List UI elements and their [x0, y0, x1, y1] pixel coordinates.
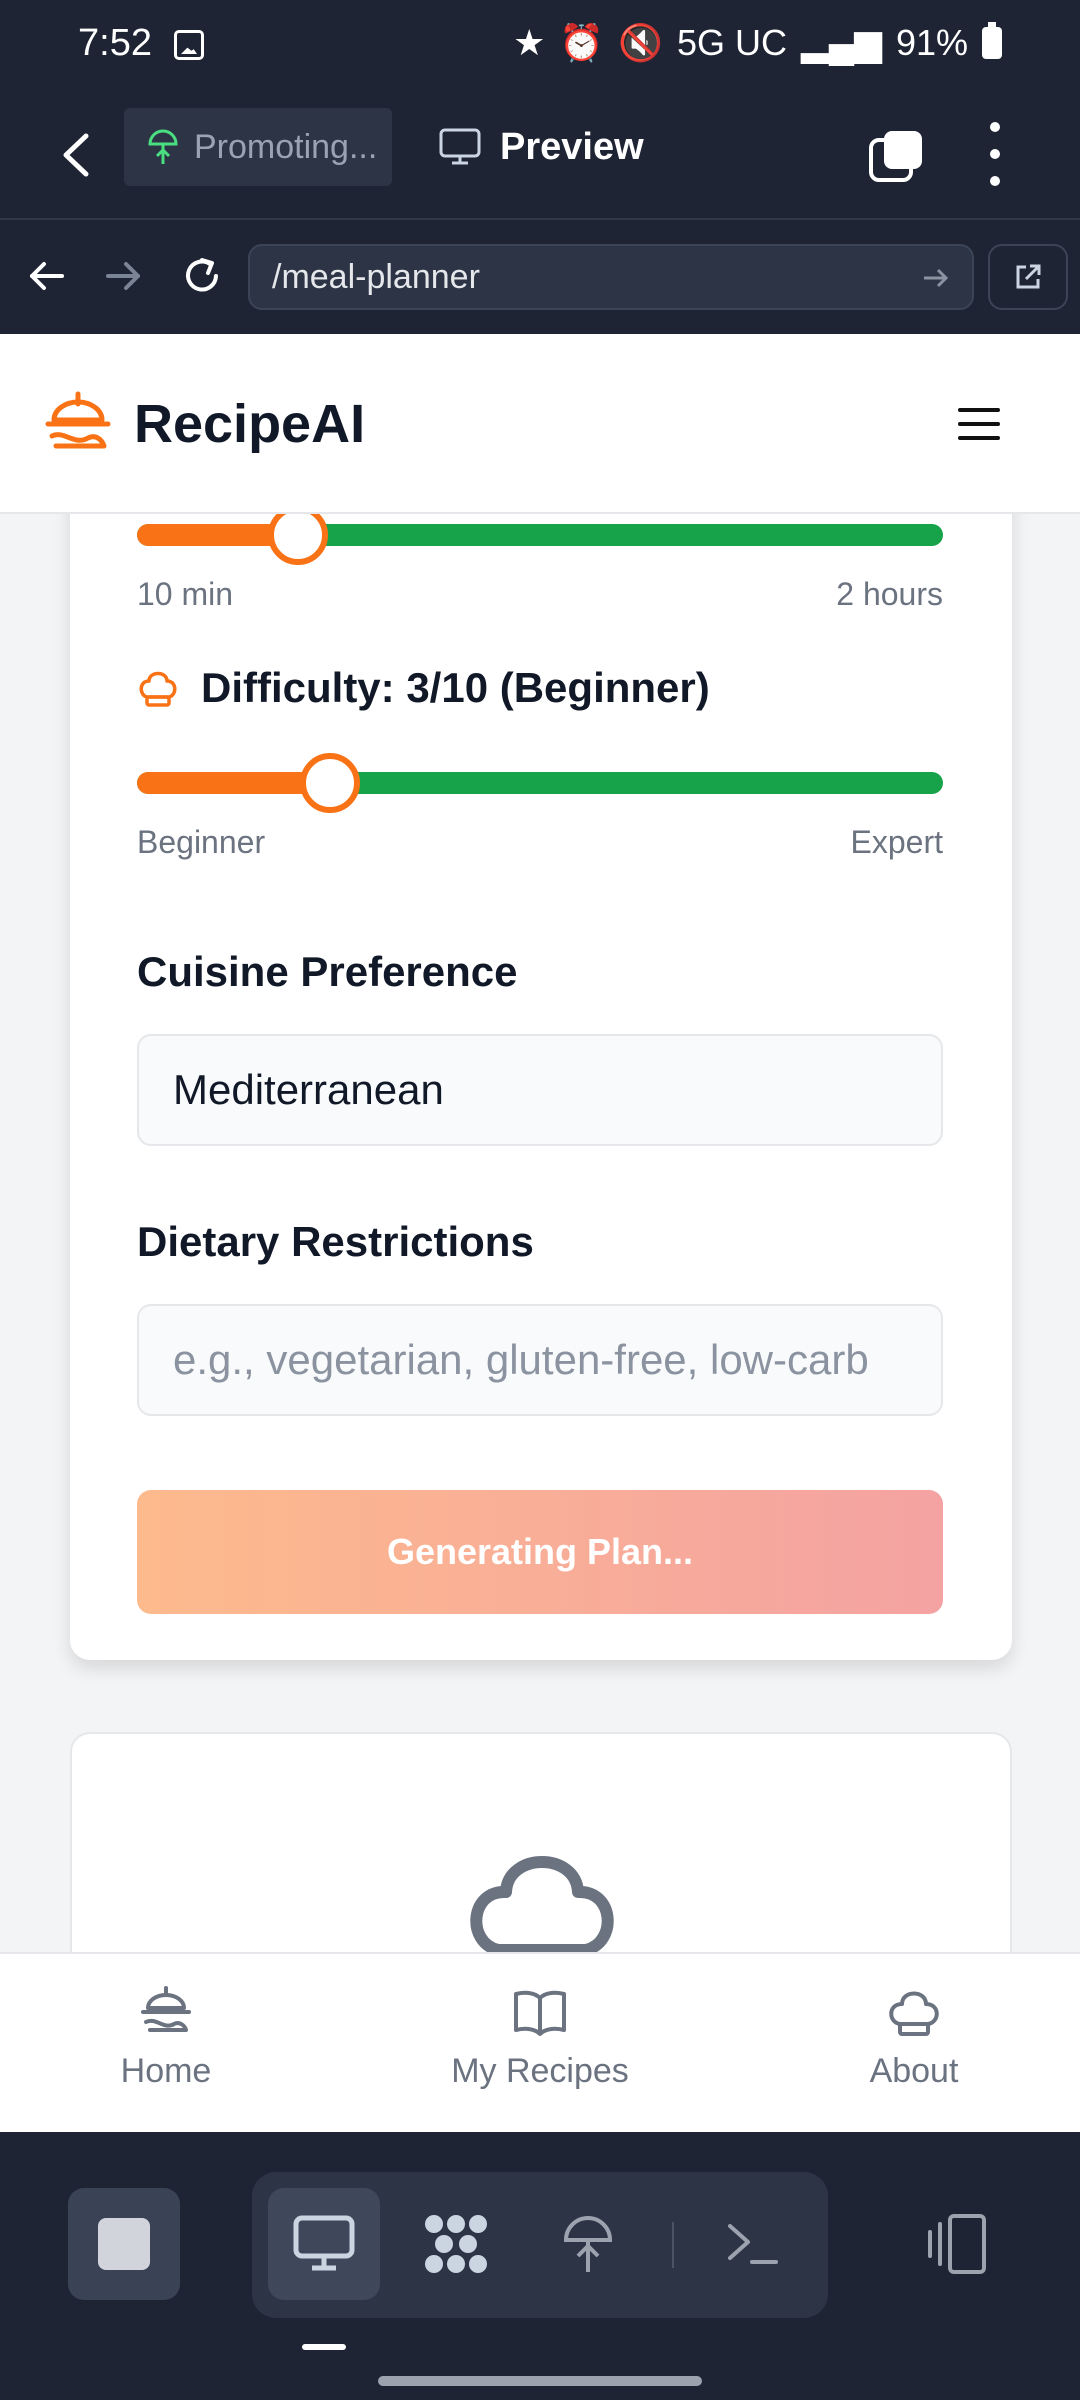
deploy-icon — [148, 129, 178, 164]
nav-home-label: Home — [120, 2052, 212, 2090]
tool-dock — [252, 2172, 828, 2318]
promoting-tab[interactable]: Promoting... — [124, 108, 392, 186]
cook-time-min-label: 10 min — [137, 576, 234, 612]
dietary-input[interactable] — [137, 1304, 943, 1416]
nav-home[interactable]: Home — [36, 1984, 296, 2091]
browser-tab-bar: Promoting... Preview — [0, 92, 1080, 220]
nodes-icon — [425, 2215, 487, 2273]
mute-icon: 🔇 — [618, 22, 664, 63]
nav-about-label: About — [869, 2052, 959, 2090]
go-arrow-icon[interactable] — [920, 262, 952, 294]
deploy-icon — [563, 2216, 613, 2272]
nav-back-icon[interactable] — [24, 254, 68, 298]
star-icon: ★ — [513, 22, 546, 63]
dietary-label: Dietary Restrictions — [137, 1218, 534, 1265]
meal-planner-form: 10 min 2 hours Difficulty: 3/10 (Beginne… — [70, 514, 1012, 1660]
network-label: 5G UC — [677, 22, 788, 63]
stop-icon — [98, 2218, 150, 2270]
generate-plan-button[interactable]: Generating Plan... — [137, 1490, 943, 1614]
nav-forward-icon[interactable] — [102, 254, 146, 298]
dock-divider — [672, 2222, 674, 2268]
book-icon — [514, 1990, 566, 2036]
difficulty-heading: Difficulty: 3/10 (Beginner) — [137, 664, 710, 712]
device-toggle-icon[interactable] — [918, 2208, 990, 2280]
menu-icon[interactable] — [958, 408, 1000, 440]
logo-icon[interactable] — [44, 390, 112, 458]
difficulty-title: Difficulty: 3/10 (Beginner) — [201, 664, 710, 711]
address-bar: /meal-planner — [0, 220, 1080, 334]
monitor-icon — [293, 2215, 355, 2271]
reload-icon[interactable] — [180, 254, 224, 298]
bottom-nav: Home My Recipes About — [0, 1952, 1080, 2132]
signal-icon: ▂▄▆ — [801, 22, 882, 63]
url-text: /meal-planner — [272, 257, 480, 296]
dock-preview-button[interactable] — [268, 2188, 380, 2300]
cuisine-label: Cuisine Preference — [137, 948, 518, 995]
nav-about[interactable]: About — [784, 1984, 1044, 2091]
alarm-icon: ⏰ — [559, 22, 605, 63]
system-bar — [0, 2132, 1080, 2400]
cook-time-thumb[interactable] — [268, 514, 329, 565]
active-indicator — [302, 2344, 346, 2350]
chef-hat-icon — [139, 671, 177, 707]
external-link-icon — [1016, 264, 1041, 289]
nav-my-recipes-label: My Recipes — [451, 2052, 629, 2090]
cook-time-max-label: 2 hours — [836, 576, 943, 612]
dock-terminal-button[interactable] — [696, 2188, 808, 2300]
home-gesture-bar[interactable] — [378, 2376, 702, 2386]
preview-tab-label: Preview — [500, 125, 644, 168]
preview-tab[interactable]: Preview — [438, 108, 644, 186]
back-chevron-icon[interactable] — [58, 130, 94, 180]
status-time: 7:52 — [78, 22, 152, 64]
url-input[interactable]: /meal-planner — [248, 244, 974, 310]
difficulty-thumb[interactable] — [300, 753, 361, 813]
more-options-icon[interactable] — [982, 122, 1008, 186]
battery-label: 91% — [895, 22, 968, 63]
status-indicators: ★ ⏰ 🔇 5G UC ▂▄▆ 91% — [513, 22, 1002, 64]
difficulty-max-label: Expert — [850, 824, 943, 860]
promoting-tab-label: Promoting... — [194, 127, 378, 166]
brand-name[interactable]: RecipeAI — [134, 390, 365, 458]
dock-workflow-button[interactable] — [400, 2188, 512, 2300]
dock-deploy-button[interactable] — [532, 2188, 644, 2300]
cook-time-slider[interactable] — [137, 514, 943, 565]
home-logo-icon — [141, 1986, 191, 2032]
app-header: RecipeAI — [0, 334, 1080, 514]
cuisine-input[interactable] — [137, 1034, 943, 1146]
page-content: 10 min 2 hours Difficulty: 3/10 (Beginne… — [0, 514, 1080, 1952]
terminal-icon — [728, 2224, 778, 2264]
chef-hat-icon — [889, 1991, 939, 2036]
gallery-notification-icon — [174, 30, 204, 60]
monitor-icon — [439, 128, 481, 165]
results-card — [70, 1732, 1012, 1952]
stop-button[interactable] — [68, 2188, 180, 2300]
nav-my-recipes[interactable]: My Recipes — [410, 1984, 670, 2091]
tabs-switcher-icon[interactable] — [868, 128, 926, 184]
open-external-button[interactable] — [988, 244, 1068, 310]
battery-icon — [982, 22, 1002, 59]
chef-hat-icon — [470, 1856, 614, 1952]
status-bar: 7:52 ★ ⏰ 🔇 5G UC ▂▄▆ 91% — [0, 0, 1080, 92]
difficulty-min-label: Beginner — [137, 824, 266, 860]
difficulty-slider[interactable] — [137, 753, 943, 813]
